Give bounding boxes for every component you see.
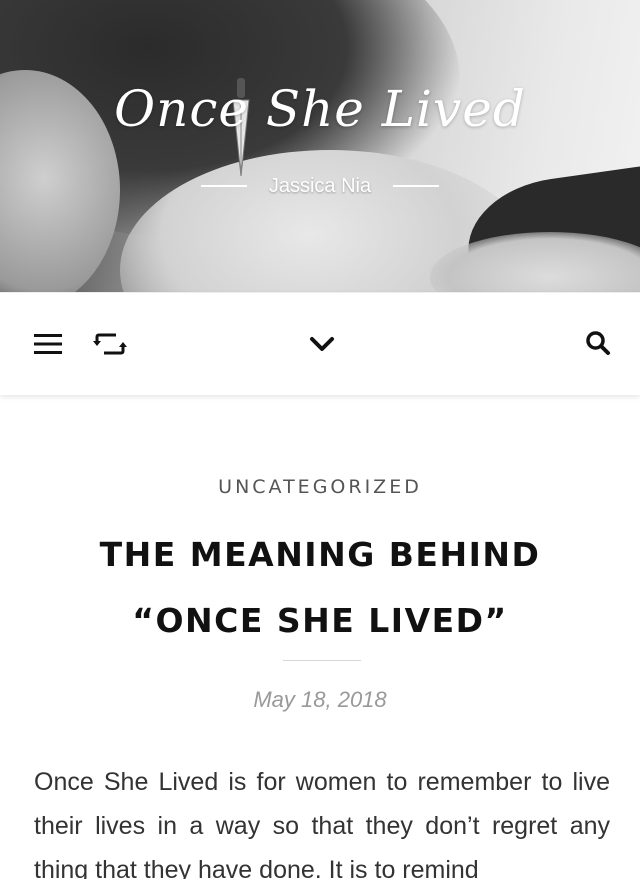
menu-icon bbox=[34, 334, 62, 354]
post-category-link[interactable]: UNCATEGORIZED bbox=[0, 476, 640, 498]
nav-bar bbox=[0, 292, 640, 395]
search-icon bbox=[586, 331, 610, 355]
title-divider bbox=[283, 660, 361, 661]
expand-menu-button[interactable] bbox=[302, 327, 342, 361]
post-title[interactable]: THE MEANING BEHIND “ONCE SHE LIVED” bbox=[40, 522, 600, 654]
site-tagline: Jassica Nia bbox=[268, 174, 372, 197]
search-button[interactable] bbox=[578, 325, 618, 361]
post-date: May 18, 2018 bbox=[253, 687, 387, 712]
site-title[interactable]: Once She Lived bbox=[0, 80, 640, 138]
tagline-divider-left bbox=[200, 185, 247, 187]
random-post-button[interactable] bbox=[88, 327, 132, 361]
repost-icon bbox=[93, 333, 127, 355]
tagline-divider-right bbox=[393, 185, 440, 187]
menu-button[interactable] bbox=[28, 327, 68, 361]
chevron-down-icon bbox=[310, 337, 334, 351]
tagline-row: Jassica Nia bbox=[0, 172, 640, 200]
post-excerpt: Once She Lived is for women to remember … bbox=[34, 768, 610, 879]
header-hero: Once She Lived Jassica Nia bbox=[0, 0, 640, 292]
